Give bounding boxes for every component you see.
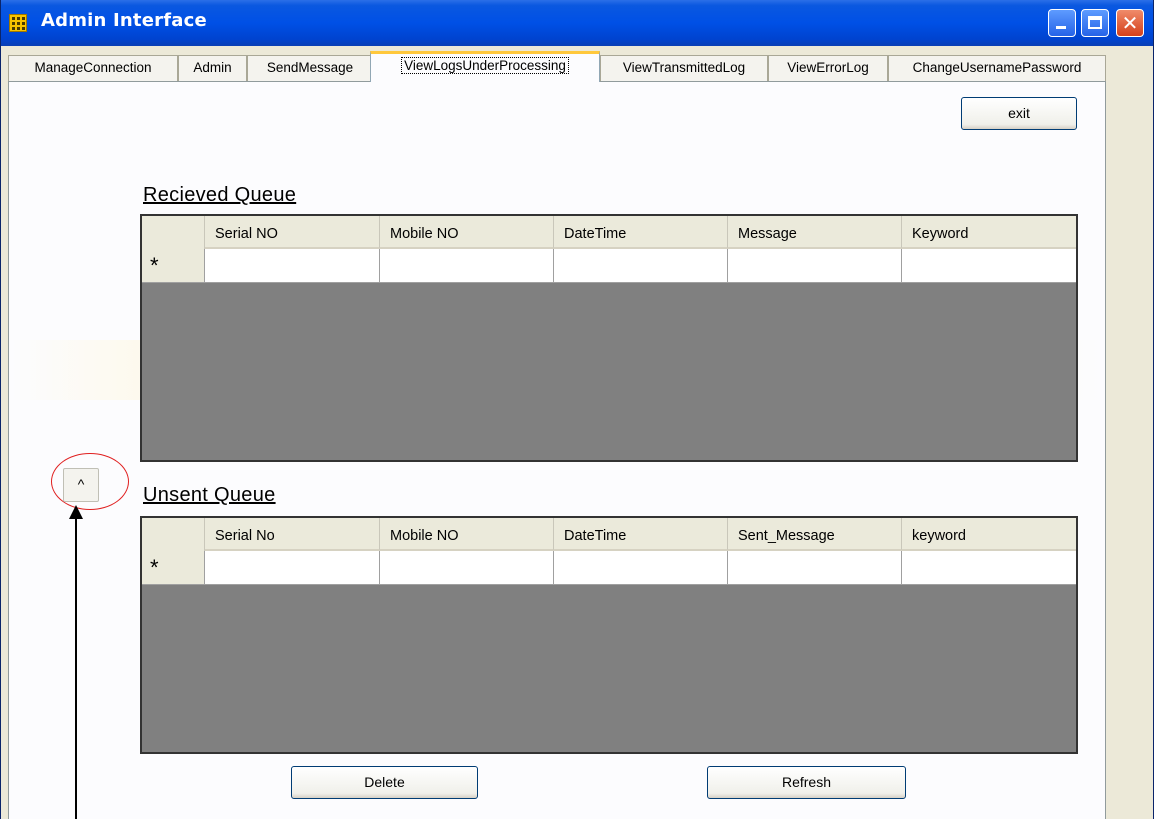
annotation-arrow	[75, 515, 77, 819]
grid-cell[interactable]	[554, 249, 728, 283]
unsent-queue-grid[interactable]: Serial No Mobile NO DateTime Sent_Messag…	[140, 516, 1078, 754]
collapse-button[interactable]: ^	[63, 468, 99, 502]
grid-cell[interactable]	[205, 249, 380, 283]
new-entry-row[interactable]: *	[142, 249, 1076, 283]
received-queue-grid[interactable]: Serial NO Mobile NO DateTime Message Key…	[140, 214, 1078, 462]
column-header-mobile-no[interactable]: Mobile NO	[380, 216, 554, 249]
column-header-datetime[interactable]: DateTime	[554, 518, 728, 551]
maximize-button[interactable]	[1081, 9, 1109, 37]
received-queue-title: Recieved Queue	[143, 184, 297, 206]
window-title: Admin Interface	[41, 10, 207, 31]
column-header-keyword[interactable]: Keyword	[902, 216, 1076, 249]
grid-cell[interactable]	[380, 249, 554, 283]
grid-corner-header[interactable]	[142, 518, 205, 551]
column-header-mobile-no[interactable]: Mobile NO	[380, 518, 554, 551]
column-header-serial-no[interactable]: Serial NO	[205, 216, 380, 249]
column-header-sent-message[interactable]: Sent_Message	[728, 518, 902, 551]
column-header-message[interactable]: Message	[728, 216, 902, 249]
tab-view-logs-under-processing[interactable]: ViewLogsUnderProcessing	[370, 51, 600, 82]
delete-button[interactable]: Delete	[291, 766, 478, 799]
tab-manage-connection[interactable]: ManageConnection	[8, 55, 178, 81]
close-button[interactable]: ✕	[1116, 9, 1144, 37]
title-bar[interactable]: Admin Interface ✕	[1, 0, 1153, 46]
new-row-marker[interactable]: *	[142, 249, 205, 283]
close-icon: ✕	[1121, 11, 1139, 35]
refresh-button[interactable]: Refresh	[707, 766, 906, 799]
grid-cell[interactable]	[902, 551, 1076, 585]
grid-header-row: Serial No Mobile NO DateTime Sent_Messag…	[142, 518, 1076, 551]
grid-header-row: Serial NO Mobile NO DateTime Message Key…	[142, 216, 1076, 249]
tab-send-message[interactable]: SendMessage	[247, 55, 373, 81]
tab-change-username-password[interactable]: ChangeUsernamePassword	[888, 55, 1106, 81]
grid-cell[interactable]	[728, 551, 902, 585]
tab-view-error-log[interactable]: ViewErrorLog	[768, 55, 888, 81]
exit-button[interactable]: exit	[961, 97, 1077, 130]
app-icon[interactable]	[9, 14, 27, 32]
grid-cell[interactable]	[554, 551, 728, 585]
maximize-icon	[1088, 16, 1102, 29]
column-header-datetime[interactable]: DateTime	[554, 216, 728, 249]
unsent-queue-title: Unsent Queue	[143, 484, 276, 506]
grid-cell[interactable]	[902, 249, 1076, 283]
grid-cell[interactable]	[728, 249, 902, 283]
tab-admin[interactable]: Admin	[178, 55, 247, 81]
grid-corner-header[interactable]	[142, 216, 205, 249]
new-row-marker[interactable]: *	[142, 551, 205, 585]
tab-view-transmitted-log[interactable]: ViewTransmittedLog	[600, 55, 768, 81]
minimize-icon	[1056, 26, 1066, 29]
grid-cell[interactable]	[380, 551, 554, 585]
new-entry-row[interactable]: *	[142, 551, 1076, 585]
minimize-button[interactable]	[1048, 9, 1076, 37]
column-header-keyword[interactable]: keyword	[902, 518, 1076, 551]
column-header-serial-no[interactable]: Serial No	[205, 518, 380, 551]
grid-cell[interactable]	[205, 551, 380, 585]
